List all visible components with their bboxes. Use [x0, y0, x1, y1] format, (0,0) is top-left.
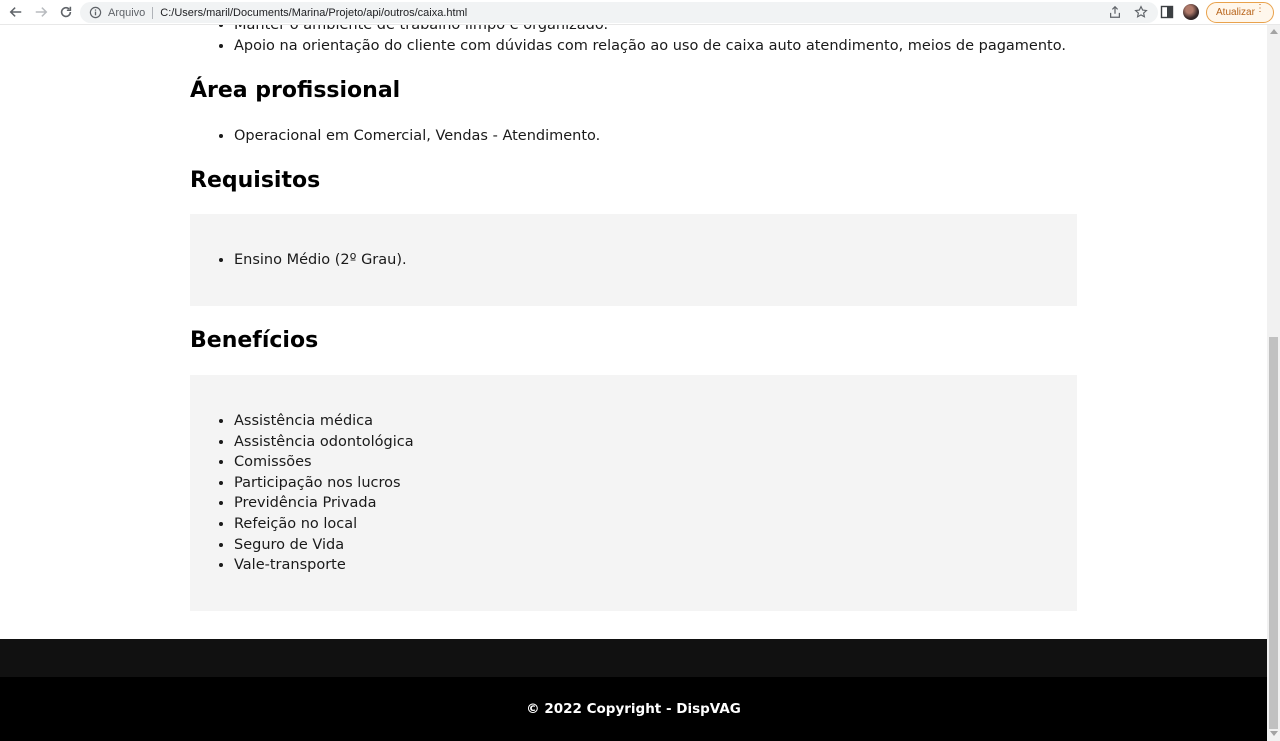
list-item: Manter o ambiente de trabalho limpo e or…: [234, 25, 1066, 36]
avatar[interactable]: [1183, 4, 1199, 20]
address-separator: [152, 6, 154, 19]
beneficios-list: Assistência médica Assistência odontológ…: [190, 411, 414, 576]
section-title-beneficios: Benefícios: [190, 328, 319, 353]
list-item: Refeição no local: [234, 514, 414, 535]
side-panel-icon[interactable]: [1160, 5, 1174, 19]
footer: © 2022 Copyright - DispVAG: [0, 677, 1267, 741]
list-item: Participação nos lucros: [234, 473, 414, 494]
back-icon[interactable]: [7, 3, 25, 21]
scrollbar-thumb[interactable]: [1269, 337, 1278, 729]
copyright-text: © 2022 Copyright - DispVAG: [526, 701, 741, 717]
list-item: Comissões: [234, 452, 414, 473]
address-bar[interactable]: Arquivo C:/Users/maril/Documents/Marina/…: [80, 2, 1158, 23]
footer-top-band: [0, 639, 1267, 677]
star-icon[interactable]: [1134, 5, 1148, 19]
reload-icon[interactable]: [57, 3, 75, 21]
scheme-label: Arquivo: [108, 6, 146, 19]
list-item: Assistência odontológica: [234, 432, 414, 453]
update-label: Atualizar: [1216, 7, 1255, 18]
info-icon[interactable]: [89, 6, 102, 19]
list-item: Seguro de Vida: [234, 535, 414, 556]
update-button[interactable]: Atualizar ⋮: [1206, 2, 1274, 23]
url-text[interactable]: C:/Users/maril/Documents/Marina/Projeto/…: [160, 7, 467, 19]
section-title-requisitos: Requisitos: [190, 168, 321, 193]
list-item: Vale-transporte: [234, 555, 414, 576]
page-viewport: Manter o ambiente de trabalho limpo e or…: [0, 25, 1267, 741]
list-item: Previdência Privada: [234, 493, 414, 514]
browser-toolbar: Arquivo C:/Users/maril/Documents/Marina/…: [0, 0, 1280, 25]
section-title-area: Área profissional: [190, 78, 401, 103]
list-item: Assistência médica: [234, 411, 414, 432]
vertical-scrollbar[interactable]: [1267, 25, 1280, 741]
list-item: Apoio na orientação do cliente com dúvid…: [234, 36, 1066, 57]
duties-list: Manter o ambiente de trabalho limpo e or…: [190, 25, 1066, 56]
scroll-down-icon[interactable]: [1270, 731, 1278, 736]
menu-dots-icon: ⋮: [1255, 3, 1265, 14]
forward-icon[interactable]: [32, 3, 50, 21]
list-item: Ensino Médio (2º Grau).: [234, 250, 407, 271]
area-list: Operacional em Comercial, Vendas - Atend…: [190, 126, 600, 147]
beneficios-box: Assistência médica Assistência odontológ…: [190, 375, 1077, 611]
list-item: Operacional em Comercial, Vendas - Atend…: [234, 126, 600, 147]
requisitos-list: Ensino Médio (2º Grau).: [190, 250, 407, 271]
scroll-up-icon[interactable]: [1270, 29, 1278, 34]
share-icon[interactable]: [1108, 5, 1122, 19]
requisitos-box: Ensino Médio (2º Grau).: [190, 214, 1077, 306]
